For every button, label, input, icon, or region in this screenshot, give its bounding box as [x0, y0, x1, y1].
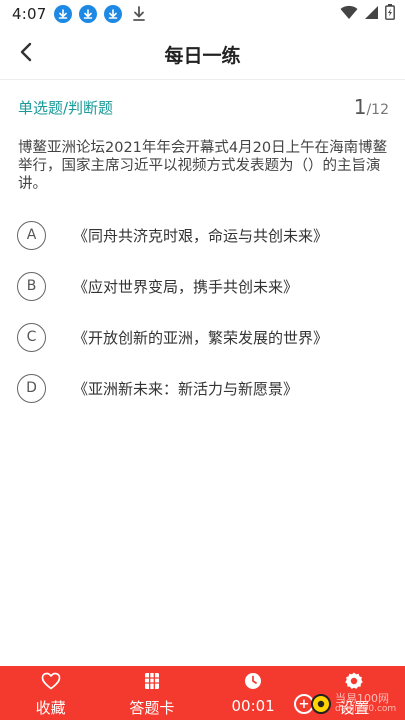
current-question-number: 1 [353, 95, 367, 119]
download-badge-icon [79, 5, 98, 23]
total-questions: /12 [366, 102, 389, 118]
option-letter: D [17, 373, 46, 403]
option-a[interactable]: A 《同舟共济克时艰，命运与共创未来》 [17, 219, 389, 251]
tab-label: 答题卡 [129, 699, 175, 717]
header: 每日一练 [0, 28, 405, 80]
question-type-label: 单选题/判断题 [18, 99, 114, 117]
option-text: 《开放创新的亚洲，繁荣发展的世界》 [73, 328, 329, 347]
download-icon [131, 5, 147, 23]
option-text: 《应对世界变局，携手共创未来》 [73, 277, 299, 296]
answer-card-icon [144, 671, 160, 691]
tab-favorite[interactable]: 收藏 [0, 666, 101, 720]
download-badge-icon [54, 5, 73, 23]
watermark-line2: danji100.com [335, 704, 397, 714]
watermark-dot-icon [311, 694, 331, 714]
tab-label: 收藏 [35, 699, 66, 717]
tab-timer[interactable]: 00:01 [203, 666, 304, 720]
option-letter: A [17, 220, 46, 250]
battery-icon [385, 4, 395, 24]
option-text: 《同舟共济克时艰，命运与共创未来》 [73, 226, 329, 245]
option-c[interactable]: C 《开放创新的亚洲，繁荣发展的世界》 [17, 321, 389, 353]
tab-answer-card[interactable]: 答题卡 [101, 666, 202, 720]
watermark-text: 当易100网 danji100.com [335, 693, 396, 715]
option-d[interactable]: D 《亚洲新未来：新活力与新愿景》 [17, 372, 389, 404]
clock-icon [244, 671, 262, 691]
option-letter: C [17, 322, 46, 352]
timer-value: 00:01 [231, 697, 275, 715]
status-indicators [340, 4, 395, 24]
status-bar: 4:07 [0, 0, 405, 28]
signal-icon [364, 5, 379, 24]
status-time: 4:07 [12, 5, 47, 23]
question-progress: 1/12 [354, 95, 389, 119]
watermark: + 当易100网 danji100.com [294, 688, 405, 720]
heart-icon [41, 671, 61, 691]
wifi-icon [340, 5, 358, 24]
option-letter: B [17, 271, 46, 301]
option-b[interactable]: B 《应对世界变局，携手共创未来》 [17, 270, 389, 302]
option-text: 《亚洲新未来：新活力与新愿景》 [73, 379, 299, 398]
page-title: 每日一练 [164, 45, 241, 67]
download-badge-icon [104, 5, 123, 23]
question-text: 博鳌亚洲论坛2021年年会开幕式4月20日上午在海南博鳌举行，国家主席习近平以视… [18, 140, 388, 192]
watermark-line1: 当易100网 [335, 692, 389, 705]
